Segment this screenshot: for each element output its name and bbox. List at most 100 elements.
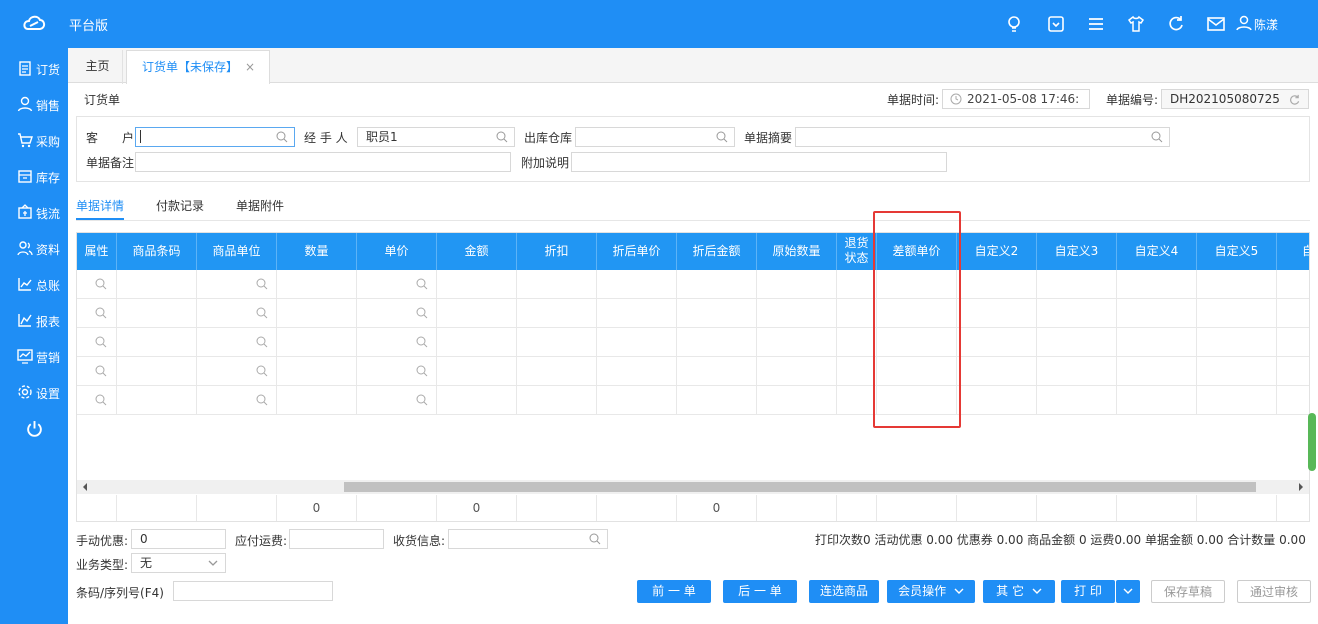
search-icon[interactable] [95,278,107,290]
grid-cell[interactable] [1277,270,1309,299]
grid-cell[interactable] [1117,328,1197,357]
refresh-icon[interactable] [1166,14,1186,34]
save-draft-button[interactable]: 保存草稿 [1151,580,1225,603]
grid-cell[interactable] [837,386,877,415]
grid-cell[interactable] [77,270,117,299]
arrow-left-icon[interactable] [81,483,89,491]
grid-cell[interactable] [357,357,437,386]
search-icon[interactable] [416,394,428,406]
scrollbar-thumb[interactable] [344,482,1256,492]
grid-cell[interactable] [757,270,837,299]
grid-cell[interactable] [197,270,277,299]
sidebar-item-settings[interactable]: 设置 [0,374,68,410]
column-header[interactable]: 自 [1277,233,1309,270]
close-icon[interactable]: × [245,51,255,83]
column-header[interactable]: 原始数量 [757,233,837,270]
grid-cell[interactable] [437,328,517,357]
number-field[interactable]: DH202105080725 [1161,89,1309,109]
grid-cell[interactable] [597,357,677,386]
grid-cell[interactable] [1277,299,1309,328]
next-order-button[interactable]: 后 一 单 [723,580,797,603]
print-button[interactable]: 打 印 [1061,580,1115,603]
grid-cell[interactable] [277,328,357,357]
grid-cell[interactable] [517,357,597,386]
grid-cell[interactable] [197,299,277,328]
search-icon[interactable] [256,394,268,406]
grid-cell[interactable] [957,328,1037,357]
print-dropdown-button[interactable] [1116,580,1140,603]
column-header[interactable]: 折后金额 [677,233,757,270]
grid-cell[interactable] [757,357,837,386]
grid-cell[interactable] [837,357,877,386]
grid-cell[interactable] [837,328,877,357]
grid-cell[interactable] [677,299,757,328]
grid-cell[interactable] [357,270,437,299]
barcode-input[interactable] [173,581,333,601]
grid-cell[interactable] [77,299,117,328]
column-header[interactable]: 退货状态 [837,233,877,270]
vertical-scrollbar-thumb[interactable] [1308,413,1316,471]
sidebar-item-purchase[interactable]: 采购 [0,122,68,158]
grid-cell[interactable] [1117,386,1197,415]
grid-cell[interactable] [1117,299,1197,328]
sidebar-item-sales[interactable]: 销售 [0,86,68,122]
grid-cell[interactable] [597,299,677,328]
grid-cell[interactable] [117,299,197,328]
grid-cell[interactable] [357,299,437,328]
grid-cell[interactable] [197,357,277,386]
column-header[interactable]: 自定义2 [957,233,1037,270]
warehouse-input[interactable] [575,127,735,147]
grid-cell[interactable] [1037,357,1117,386]
grid-cell[interactable] [1197,386,1277,415]
menu-icon[interactable] [1086,14,1106,34]
grid-cell[interactable] [1277,386,1309,415]
column-header[interactable]: 商品条码 [117,233,197,270]
column-header[interactable]: 商品单位 [197,233,277,270]
column-header[interactable]: 属性 [77,233,117,270]
grid-cell[interactable] [1197,270,1277,299]
search-icon[interactable] [256,365,268,377]
user-name[interactable]: 陈漾 [1254,16,1278,33]
customer-input[interactable] [135,127,295,147]
search-icon[interactable] [256,278,268,290]
grid-cell[interactable] [957,270,1037,299]
grid-cell[interactable] [77,328,117,357]
search-icon[interactable] [1151,131,1163,143]
prev-order-button[interactable]: 前 一 单 [637,580,711,603]
freight-input[interactable] [289,529,384,549]
grid-cell[interactable] [277,299,357,328]
time-field[interactable]: 2021-05-08 17:46: [942,89,1090,109]
search-icon[interactable] [276,131,288,143]
grid-cell[interactable] [77,357,117,386]
column-header[interactable]: 金额 [437,233,517,270]
search-icon[interactable] [416,365,428,377]
search-icon[interactable] [496,131,508,143]
grid-cell[interactable] [1117,270,1197,299]
member-ops-button[interactable]: 会员操作 [887,580,975,603]
grid-cell[interactable] [1197,299,1277,328]
grid-cell[interactable] [517,328,597,357]
grid-cell[interactable] [957,386,1037,415]
grid-cell[interactable] [517,299,597,328]
subtab-attachment[interactable]: 单据附件 [236,197,284,214]
grid-cell[interactable] [1117,357,1197,386]
grid-cell[interactable] [117,270,197,299]
grid-cell[interactable] [517,386,597,415]
column-header[interactable]: 自定义4 [1117,233,1197,270]
search-icon[interactable] [589,533,601,545]
grid-cell[interactable] [757,328,837,357]
grid-cell[interactable] [437,357,517,386]
grid-cell[interactable] [677,357,757,386]
search-icon[interactable] [716,131,728,143]
sidebar-item-stock[interactable]: 库存 [0,158,68,194]
grid-cell[interactable] [197,386,277,415]
grid-cell[interactable] [77,386,117,415]
sidebar-item-report[interactable]: 报表 [0,302,68,338]
subtab-detail[interactable]: 单据详情 [76,197,124,214]
tab-home[interactable]: 主页 [73,50,123,84]
shirt-icon[interactable] [1126,14,1146,34]
grid-cell[interactable] [757,386,837,415]
grid-cell[interactable] [957,357,1037,386]
grid-cell[interactable] [1037,270,1117,299]
biz-type-select[interactable]: 无 [131,553,226,573]
